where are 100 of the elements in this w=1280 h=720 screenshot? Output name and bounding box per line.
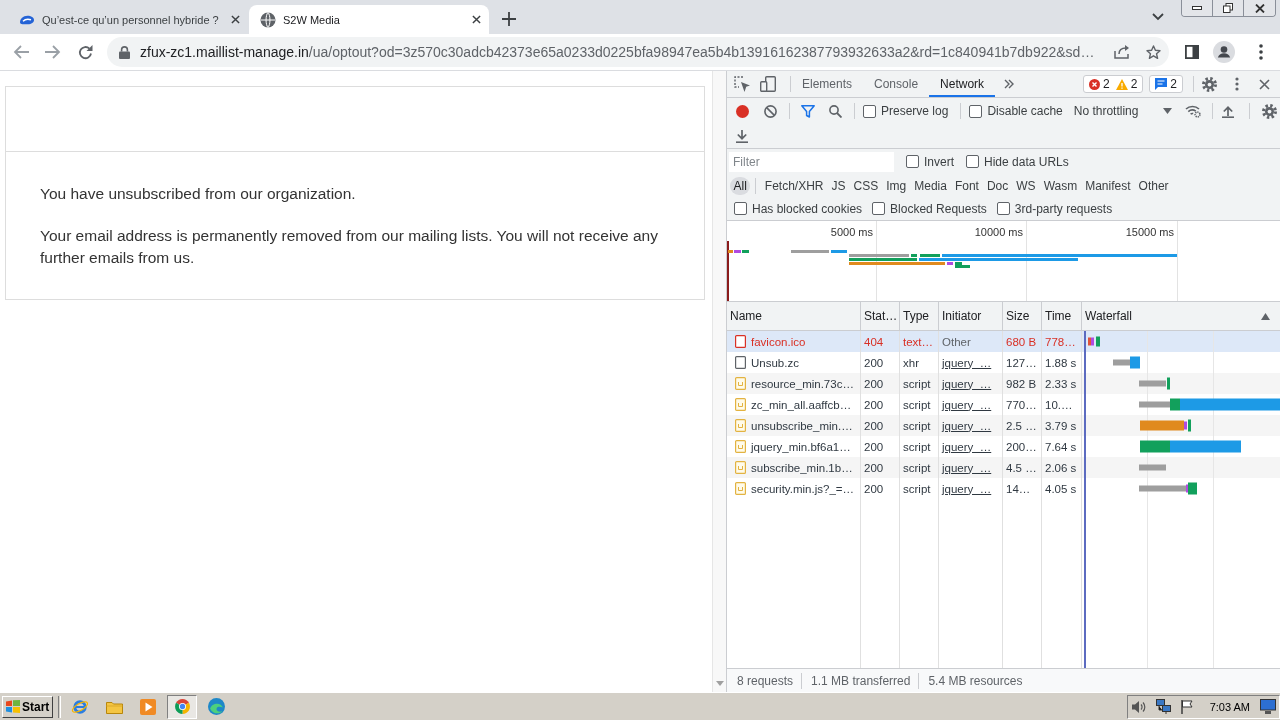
start-button[interactable]: Start — [2, 695, 53, 718]
close-icon[interactable] — [472, 15, 481, 24]
file-name: unsubscribe_min.… — [751, 419, 853, 432]
checkbox[interactable] — [996, 202, 1010, 215]
column-header[interactable]: Name — [727, 302, 861, 330]
device-icon[interactable] — [760, 76, 776, 92]
checkbox-label[interactable]: 3rd-party requests — [1014, 201, 1113, 216]
type-filter[interactable]: Wasm — [1040, 176, 1081, 195]
settings-icon[interactable] — [1261, 103, 1277, 119]
restore-button[interactable] — [1213, 0, 1244, 16]
file-name: security.min.js?_=… — [751, 482, 854, 495]
column-header[interactable]: Waterfall — [1082, 302, 1280, 330]
minimize-button[interactable] — [1182, 0, 1213, 16]
speaker-icon[interactable] — [1131, 699, 1146, 714]
request-row[interactable]: subscribe_min.1b… 200 script jquery_… 4.5 … 2.06 s — [727, 457, 1280, 478]
close-icon[interactable] — [231, 15, 240, 24]
wifi-settings-icon[interactable] — [1184, 104, 1201, 118]
upload-icon[interactable] — [1221, 104, 1234, 118]
avatar-icon[interactable] — [1213, 41, 1235, 63]
checkbox-label[interactable]: Hide data URLs — [984, 154, 1069, 169]
checkbox[interactable] — [863, 104, 876, 118]
checkbox-label[interactable]: Has blocked cookies — [752, 201, 863, 216]
checkbox-label[interactable]: Preserve log — [881, 104, 949, 118]
throttling-select[interactable]: No throttling — [1073, 104, 1172, 118]
type-filter[interactable]: All — [730, 176, 751, 195]
checkbox-label[interactable]: Invert — [924, 154, 954, 169]
flag-icon[interactable] — [1180, 699, 1193, 714]
file-name: zc_min_all.aaffcb… — [751, 398, 852, 411]
cloud-icon — [19, 14, 35, 25]
panel-tab[interactable]: Elements — [791, 71, 864, 97]
summary-text: 8 requests — [727, 672, 803, 689]
more-icon[interactable] — [1259, 44, 1263, 60]
initiator-link[interactable]: jquery_… — [942, 419, 992, 432]
type-filter[interactable]: Media — [910, 176, 951, 195]
request-row[interactable]: favicon.ico 404 text… Other 680 B 778… — [727, 331, 1280, 352]
type-filter[interactable]: CSS — [850, 176, 882, 195]
browser-tab[interactable]: Qu’est-ce qu’un personnel hybride ? — [8, 5, 248, 34]
forward-arrow-icon[interactable] — [45, 45, 61, 59]
type-filter[interactable]: WS — [1012, 176, 1040, 195]
network-icon[interactable] — [1155, 699, 1171, 714]
download-icon[interactable] — [736, 129, 748, 143]
close-icon — [1254, 3, 1265, 13]
checkbox-label[interactable]: Blocked Requests — [890, 201, 987, 216]
type-filter[interactable]: Img — [882, 176, 910, 195]
request-row[interactable]: resource_min.73c… 200 script jquery_… 982 B 2.33 s — [727, 373, 1280, 394]
checkbox[interactable] — [906, 155, 919, 168]
panel-tab[interactable]: Console — [863, 71, 930, 97]
browser-tab[interactable]: S2W Media — [249, 5, 489, 34]
url-text[interactable]: zfux-zc1.maillist-manage.in/ua/optout?od=3z570c30adcb42373e65a0233d0225bfa98947ea5b4b13916162387793932633a2&rd=1c840941b7db922&sd… — [140, 44, 1108, 60]
initiator-link[interactable]: jquery_… — [942, 482, 992, 495]
type-filter[interactable]: Font — [951, 176, 983, 195]
filter-icon[interactable] — [801, 104, 815, 118]
script-file-icon — [735, 461, 746, 474]
settings-icon[interactable] — [1202, 76, 1217, 92]
star-icon[interactable] — [1146, 44, 1161, 60]
record-icon[interactable] — [736, 104, 749, 118]
script-file-icon — [735, 440, 746, 453]
issues-button[interactable]: 2 2 — [1082, 75, 1144, 93]
sidebar-icon[interactable] — [1185, 45, 1199, 59]
checkbox-label[interactable]: Disable cache — [987, 104, 1063, 118]
reload-icon[interactable] — [78, 44, 93, 60]
more-icon[interactable] — [1235, 77, 1239, 91]
checkbox[interactable] — [872, 202, 886, 215]
close-button[interactable] — [1244, 0, 1275, 16]
clear-icon[interactable] — [764, 104, 777, 118]
search-icon[interactable] — [829, 104, 842, 118]
column-header[interactable]: Stat… — [861, 302, 900, 330]
type-filter[interactable]: Fetch/XHR — [761, 176, 828, 195]
close-icon[interactable] — [1259, 78, 1270, 90]
share-icon[interactable] — [1114, 45, 1129, 59]
double-chevron-icon[interactable] — [1004, 79, 1015, 89]
clock[interactable]: 7:03 AM — [1209, 700, 1250, 713]
column-header[interactable]: Time — [1042, 302, 1082, 330]
initiator-link[interactable]: jquery_… — [942, 440, 992, 453]
chevron-down-icon[interactable] — [1152, 13, 1164, 21]
column-header[interactable]: Size — [1003, 302, 1042, 330]
column-header[interactable]: Initiator — [939, 302, 1003, 330]
type-filter[interactable]: Doc — [983, 176, 1012, 195]
scrollbar[interactable] — [712, 71, 726, 692]
request-row[interactable]: unsubscribe_min.… 200 script jquery_… 2.5 … 3.79 s — [727, 415, 1280, 436]
plus-icon[interactable] — [502, 12, 516, 26]
taskbar-button[interactable] — [167, 694, 197, 719]
initiator-link[interactable]: jquery_… — [942, 377, 992, 390]
messages-button[interactable]: 2 — [1149, 75, 1183, 93]
column-header[interactable]: Type — [900, 302, 939, 330]
checkbox[interactable] — [966, 155, 979, 168]
filter-field[interactable]: Filter — [729, 151, 894, 172]
inspect-icon[interactable] — [734, 76, 750, 92]
initiator-link[interactable]: jquery_… — [942, 356, 992, 369]
type-filter[interactable]: JS — [828, 176, 850, 195]
checkbox[interactable] — [969, 104, 983, 118]
file-name: Unsub.zc — [751, 356, 799, 369]
type-filter[interactable]: Other — [1135, 176, 1173, 195]
address-bar[interactable]: zfux-zc1.maillist-manage.in/ua/optout?od=3z570c30adcb42373e65a0233d0225bfa98947ea5b4b13916162387793932633a2&rd=1c840941b7db922&sd… — [107, 37, 1169, 67]
checkbox[interactable] — [734, 202, 747, 215]
initiator-link[interactable]: jquery_… — [942, 398, 992, 411]
monitor-icon[interactable] — [1260, 699, 1276, 714]
back-arrow-icon[interactable] — [13, 45, 29, 59]
type-filter[interactable]: Manifest — [1081, 176, 1135, 195]
initiator-link[interactable]: jquery_… — [942, 461, 992, 474]
